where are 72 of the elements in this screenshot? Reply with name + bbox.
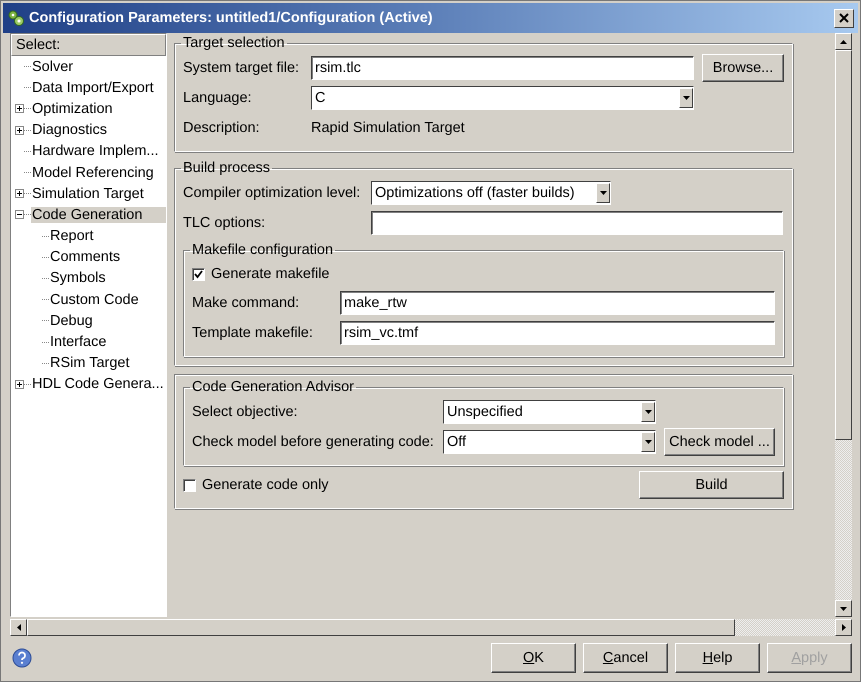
field-label: Make command: — [192, 295, 300, 311]
tree-item[interactable]: Diagnostics — [31, 122, 166, 138]
expand-icon[interactable] — [15, 126, 24, 135]
close-button[interactable] — [834, 8, 854, 28]
tree-item[interactable]: RSim Target — [49, 355, 166, 372]
dropdown-button[interactable] — [641, 432, 655, 452]
language-dropdown[interactable]: C — [311, 86, 694, 110]
checkbox-label: Generate code only — [202, 477, 329, 493]
collapse-icon[interactable] — [15, 210, 24, 220]
horizontal-scrollbar[interactable] — [10, 619, 852, 636]
build-button[interactable]: Build — [639, 471, 784, 499]
objective-dropdown[interactable]: Unspecified — [443, 400, 656, 424]
caret-down-icon — [682, 96, 690, 100]
group-title: Build process — [182, 160, 272, 176]
close-icon — [839, 13, 849, 23]
field-label: Description: — [183, 120, 261, 136]
optimization-dropdown[interactable]: Optimizations off (faster builds) — [371, 181, 611, 205]
tlc-options-field[interactable] — [371, 211, 783, 235]
caret-up-icon — [840, 40, 847, 44]
field-label: Check model before generating code: — [192, 434, 435, 450]
dropdown-button[interactable] — [679, 88, 693, 108]
check-model-dropdown[interactable]: Off — [443, 430, 656, 454]
tree-item[interactable]: Model Referencing — [31, 164, 166, 181]
field-label: Compiler optimization level: — [183, 185, 362, 201]
field-label: TLC options: — [183, 215, 266, 231]
checkbox-label: Generate makefile — [211, 266, 330, 282]
field-label: Language: — [183, 90, 253, 106]
field-label: Select objective: — [192, 404, 299, 420]
dialog-button[interactable]: Cancel — [583, 643, 668, 673]
tree-item[interactable]: Data Import/Export — [31, 80, 166, 96]
expand-icon[interactable] — [15, 380, 24, 389]
description-text: Rapid Simulation Target — [311, 120, 466, 136]
tree-item[interactable]: Code Generation — [31, 206, 166, 223]
help-icon[interactable] — [12, 648, 32, 668]
tree-item[interactable]: Simulation Target — [31, 186, 166, 202]
group-title: Code Generation Advisor — [191, 379, 356, 395]
tree-item[interactable]: Report — [49, 228, 166, 244]
browse-button[interactable]: Browse... — [702, 54, 784, 82]
group-title: Makefile configuration — [191, 242, 334, 258]
tree-item[interactable]: Hardware Implem... — [31, 143, 166, 160]
caret-down-icon — [840, 606, 847, 610]
template-makefile-field[interactable]: rsim_vc.tmf — [340, 321, 775, 345]
system-target-field[interactable]: rsim.tlc — [311, 56, 694, 80]
tree-header: Select: — [11, 34, 166, 56]
dialog-button[interactable]: OK — [491, 643, 576, 673]
checkbox[interactable] — [183, 478, 196, 492]
tree-item[interactable]: Custom Code — [49, 292, 166, 308]
caret-right-icon — [842, 624, 846, 631]
dropdown-button[interactable] — [596, 183, 610, 203]
caret-down-icon — [644, 410, 652, 414]
expand-icon[interactable] — [15, 104, 24, 114]
window-title: Configuration Parameters: untitled1/Configuration (Active) — [29, 10, 434, 26]
group-title: Target selection — [182, 35, 286, 51]
check-model-button[interactable]: Check model ... — [664, 428, 775, 456]
checkbox[interactable] — [192, 268, 205, 280]
tree-item[interactable]: Interface — [49, 334, 166, 350]
vertical-scrollbar[interactable] — [835, 33, 852, 617]
tree-item[interactable]: Debug — [49, 312, 166, 329]
field-label: System target file: — [183, 60, 300, 76]
field-label: Template makefile: — [192, 325, 314, 341]
dialog-button[interactable]: Help — [675, 643, 760, 673]
tree-item[interactable]: Symbols — [49, 270, 166, 286]
caret-down-icon — [600, 191, 606, 195]
caret-left-icon — [16, 624, 20, 631]
tree-item[interactable]: Solver — [31, 58, 166, 75]
tree-item[interactable]: HDL Code Genera... — [31, 376, 166, 392]
expand-icon[interactable] — [15, 189, 24, 198]
caret-down-icon — [644, 440, 652, 444]
make-command-field[interactable]: make_rtw — [340, 291, 775, 315]
tree-item[interactable]: Optimization — [31, 100, 166, 117]
tree-item[interactable]: Comments — [49, 249, 166, 266]
dropdown-button[interactable] — [641, 402, 655, 422]
